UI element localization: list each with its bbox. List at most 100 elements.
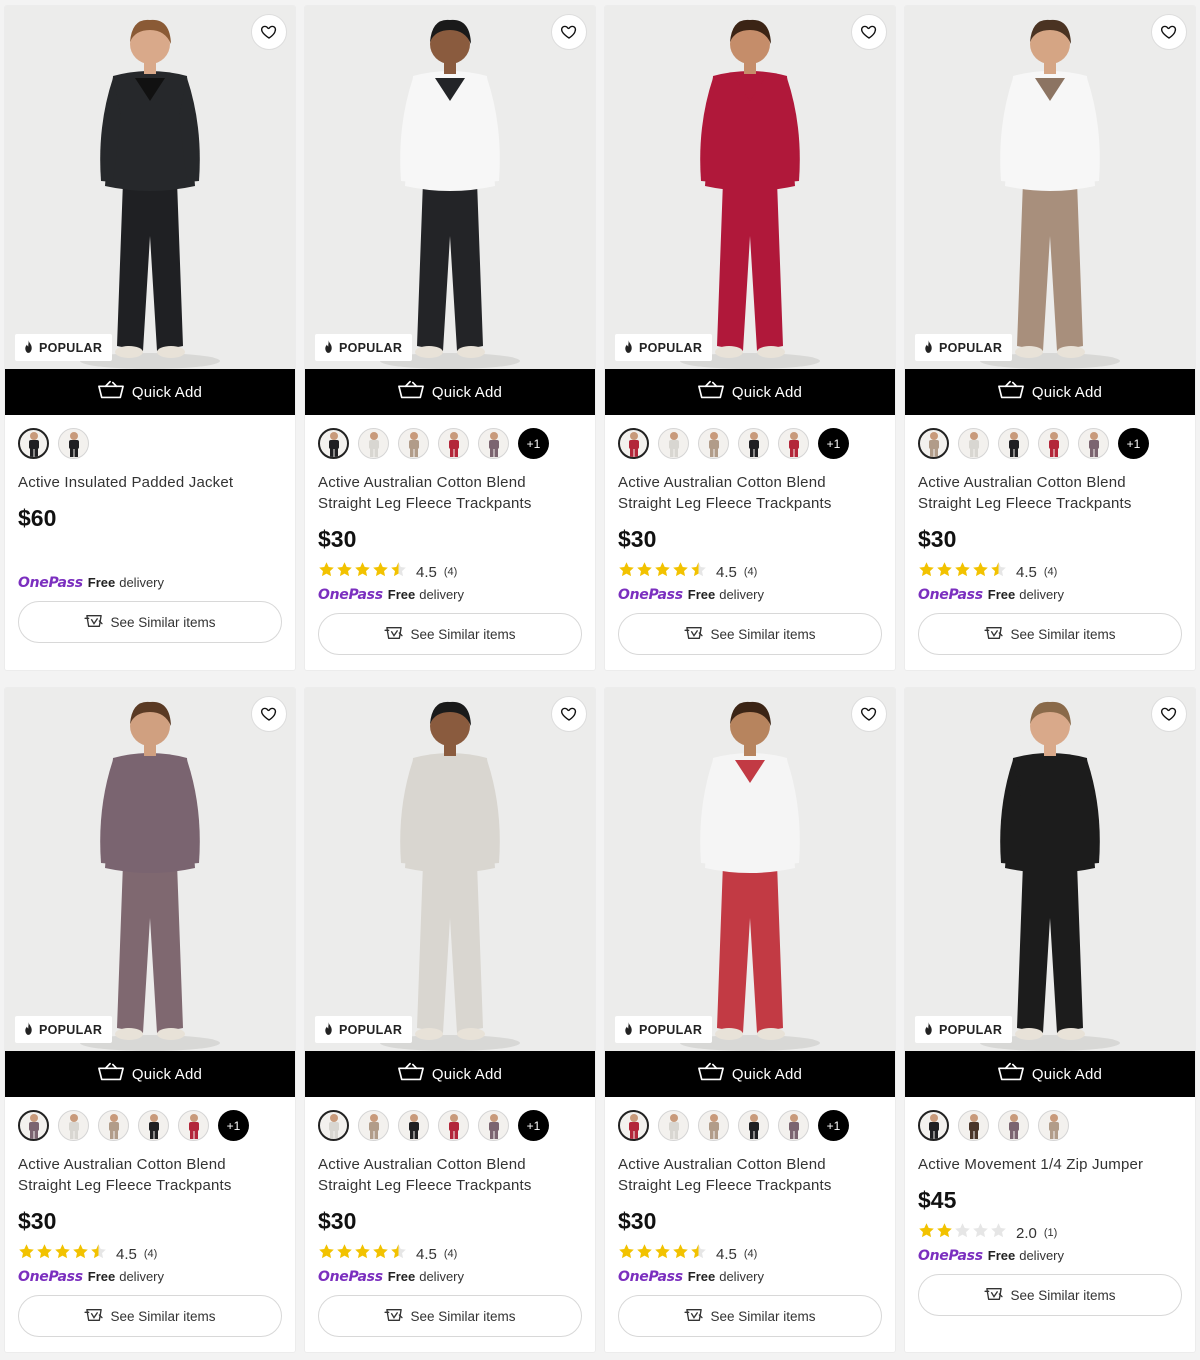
rating[interactable]: 2.0 (1)	[905, 1221, 1195, 1245]
see-similar-button[interactable]: See Similar items	[618, 613, 882, 655]
color-swatch[interactable]	[358, 1110, 389, 1141]
product-image-area[interactable]: POPULAR	[305, 688, 595, 1051]
see-similar-button[interactable]: See Similar items	[918, 1274, 1182, 1316]
rating[interactable]: 4.5 (4)	[905, 560, 1195, 584]
product-name[interactable]: Active Australian Cotton Blend Straight …	[905, 472, 1195, 516]
product-name[interactable]: Active Australian Cotton Blend Straight …	[605, 1154, 895, 1198]
color-swatch[interactable]	[658, 428, 689, 459]
product-image-area[interactable]: POPULAR	[605, 6, 895, 369]
color-swatch[interactable]	[738, 1110, 769, 1141]
quick-add-button[interactable]: Quick Add	[5, 1051, 295, 1097]
color-swatch[interactable]	[318, 428, 349, 459]
wishlist-heart-icon[interactable]	[851, 14, 887, 50]
see-similar-button[interactable]: See Similar items	[618, 1295, 882, 1337]
color-swatch[interactable]	[58, 428, 89, 459]
product-image-area[interactable]: POPULAR	[5, 6, 295, 369]
color-swatch[interactable]	[438, 1110, 469, 1141]
product-name[interactable]: Active Australian Cotton Blend Straight …	[605, 472, 895, 516]
color-swatch[interactable]	[998, 428, 1029, 459]
product-name[interactable]: Active Movement 1/4 Zip Jumper	[905, 1154, 1195, 1177]
quick-add-button[interactable]: Quick Add	[605, 369, 895, 415]
rating[interactable]: 4.5 (4)	[605, 560, 895, 584]
color-swatch[interactable]	[998, 1110, 1029, 1141]
product-image-area[interactable]: POPULAR	[605, 688, 895, 1051]
see-similar-button[interactable]: See Similar items	[318, 1295, 582, 1337]
product-card[interactable]: POPULAR Quick Add Active Insulated Padded …	[5, 6, 295, 670]
product-image-area[interactable]: POPULAR	[5, 688, 295, 1051]
color-swatch[interactable]	[1078, 428, 1109, 459]
wishlist-heart-icon[interactable]	[1151, 696, 1187, 732]
color-swatch[interactable]	[618, 1110, 649, 1141]
quick-add-button[interactable]: Quick Add	[305, 369, 595, 415]
product-image-area[interactable]: POPULAR	[905, 6, 1195, 369]
color-swatch[interactable]	[778, 1110, 809, 1141]
product-card[interactable]: POPULAR Quick Add +1 Active Australian Cott…	[305, 6, 595, 670]
color-swatch[interactable]	[738, 428, 769, 459]
star-icon	[954, 1222, 971, 1244]
color-swatch[interactable]	[1038, 428, 1069, 459]
quick-add-button[interactable]: Quick Add	[305, 1051, 595, 1097]
color-swatch[interactable]	[58, 1110, 89, 1141]
more-colors-button[interactable]: +1	[1118, 428, 1149, 459]
product-name[interactable]: Active Australian Cotton Blend Straight …	[5, 1154, 295, 1198]
color-swatch[interactable]	[698, 428, 729, 459]
color-swatch[interactable]	[918, 1110, 949, 1141]
see-similar-button[interactable]: See Similar items	[918, 613, 1182, 655]
rating[interactable]: 4.5 (4)	[305, 1242, 595, 1266]
wishlist-heart-icon[interactable]	[551, 696, 587, 732]
color-swatch[interactable]	[698, 1110, 729, 1141]
color-swatch[interactable]	[658, 1110, 689, 1141]
color-swatch[interactable]	[778, 428, 809, 459]
rating[interactable]: 4.5 (4)	[605, 1242, 895, 1266]
product-name[interactable]: Active Australian Cotton Blend Straight …	[305, 472, 595, 516]
product-card[interactable]: POPULAR Quick Add +1 Active Australian Cott…	[605, 6, 895, 670]
color-swatch[interactable]	[618, 428, 649, 459]
wishlist-heart-icon[interactable]	[251, 14, 287, 50]
color-swatch[interactable]	[358, 428, 389, 459]
product-card[interactable]: POPULAR Quick Add +1 Active Australian Cott…	[305, 688, 595, 1352]
wishlist-heart-icon[interactable]	[251, 696, 287, 732]
color-swatch[interactable]	[958, 1110, 989, 1141]
product-card[interactable]: POPULAR Quick Add +1 Active Australian Cott…	[5, 688, 295, 1352]
color-swatch[interactable]	[138, 1110, 169, 1141]
quick-add-button[interactable]: Quick Add	[5, 369, 295, 415]
see-similar-button[interactable]: See Similar items	[18, 1295, 282, 1337]
rating[interactable]: 4.5 (4)	[305, 560, 595, 584]
quick-add-button[interactable]: Quick Add	[605, 1051, 895, 1097]
product-card[interactable]: POPULAR Quick Add Active Movement 1/4 Zip …	[905, 688, 1195, 1352]
product-image-area[interactable]: POPULAR	[905, 688, 1195, 1051]
color-swatch[interactable]	[478, 428, 509, 459]
product-card[interactable]: POPULAR Quick Add +1 Active Australian Cott…	[905, 6, 1195, 670]
more-colors-button[interactable]: +1	[818, 428, 849, 459]
color-swatch[interactable]	[178, 1110, 209, 1141]
wishlist-heart-icon[interactable]	[1151, 14, 1187, 50]
more-colors-button[interactable]: +1	[218, 1110, 249, 1141]
product-image-area[interactable]: POPULAR	[305, 6, 595, 369]
color-swatch[interactable]	[18, 1110, 49, 1141]
color-swatch[interactable]	[398, 428, 429, 459]
more-colors-button[interactable]: +1	[518, 1110, 549, 1141]
color-swatch[interactable]	[318, 1110, 349, 1141]
more-colors-button[interactable]: +1	[818, 1110, 849, 1141]
color-swatch[interactable]	[398, 1110, 429, 1141]
wishlist-heart-icon[interactable]	[851, 696, 887, 732]
product-name[interactable]: Active Insulated Padded Jacket	[5, 472, 295, 495]
product-name[interactable]: Active Australian Cotton Blend Straight …	[305, 1154, 595, 1198]
quick-add-button[interactable]: Quick Add	[905, 1051, 1195, 1097]
more-colors-button[interactable]: +1	[518, 428, 549, 459]
see-similar-button[interactable]: See Similar items	[318, 613, 582, 655]
color-swatch[interactable]	[18, 428, 49, 459]
review-count: (1)	[1043, 1227, 1058, 1239]
color-swatch[interactable]	[478, 1110, 509, 1141]
wishlist-heart-icon[interactable]	[551, 14, 587, 50]
rating[interactable]: 4.5 (4)	[5, 1242, 295, 1266]
color-swatch[interactable]	[98, 1110, 129, 1141]
star-icon	[36, 1243, 53, 1265]
color-swatch[interactable]	[438, 428, 469, 459]
quick-add-button[interactable]: Quick Add	[905, 369, 1195, 415]
product-card[interactable]: POPULAR Quick Add +1 Active Australian Cott…	[605, 688, 895, 1352]
color-swatch[interactable]	[918, 428, 949, 459]
color-swatch[interactable]	[958, 428, 989, 459]
color-swatch[interactable]	[1038, 1110, 1069, 1141]
see-similar-button[interactable]: See Similar items	[18, 601, 282, 643]
